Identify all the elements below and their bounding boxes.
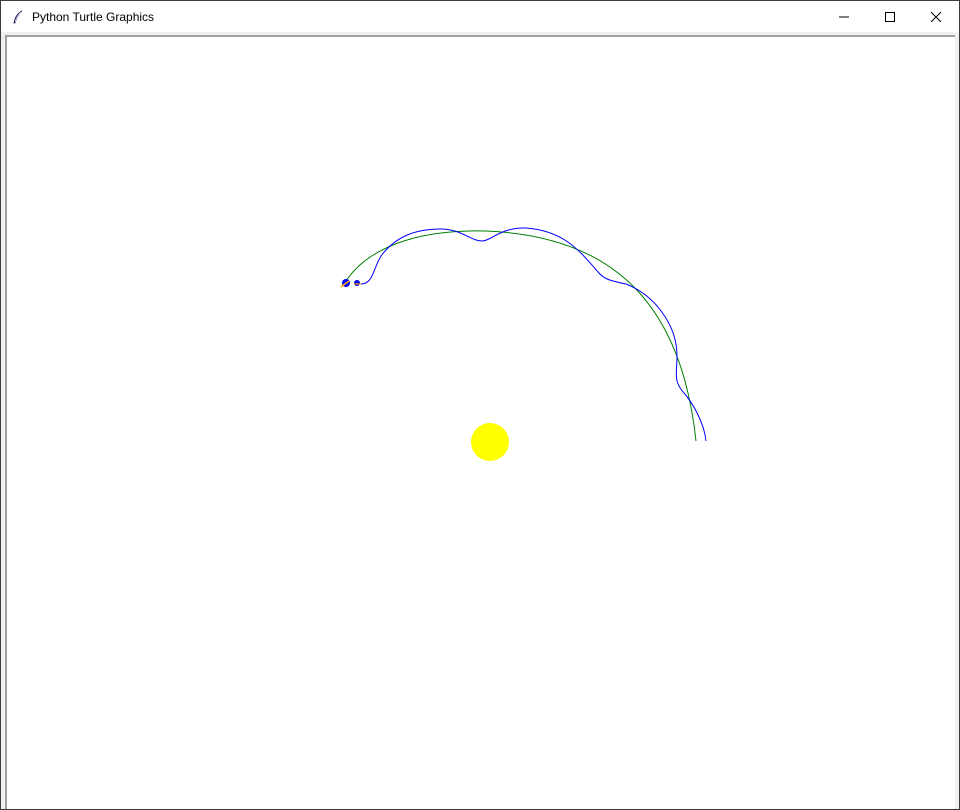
feather-icon xyxy=(10,9,26,25)
window-controls xyxy=(821,1,959,32)
sun xyxy=(471,423,509,461)
drawing-surface xyxy=(340,227,707,461)
moon-turtle xyxy=(354,280,361,286)
minimize-icon xyxy=(839,16,849,17)
window-title: Python Turtle Graphics xyxy=(32,9,155,24)
turtle-canvas[interactable] xyxy=(5,35,957,809)
close-button[interactable] xyxy=(913,1,959,32)
maximize-button[interactable] xyxy=(867,1,913,32)
planet-turtle xyxy=(340,279,350,288)
close-icon xyxy=(931,11,941,22)
title-bar[interactable]: Python Turtle Graphics xyxy=(1,1,959,32)
planet-orbit-path xyxy=(345,230,697,442)
minimize-button[interactable] xyxy=(821,1,867,32)
turtle-window: Python Turtle Graphics xyxy=(0,0,960,810)
maximize-icon xyxy=(885,11,895,22)
moon-orbit-path xyxy=(354,227,707,442)
window-border-right xyxy=(955,35,959,809)
